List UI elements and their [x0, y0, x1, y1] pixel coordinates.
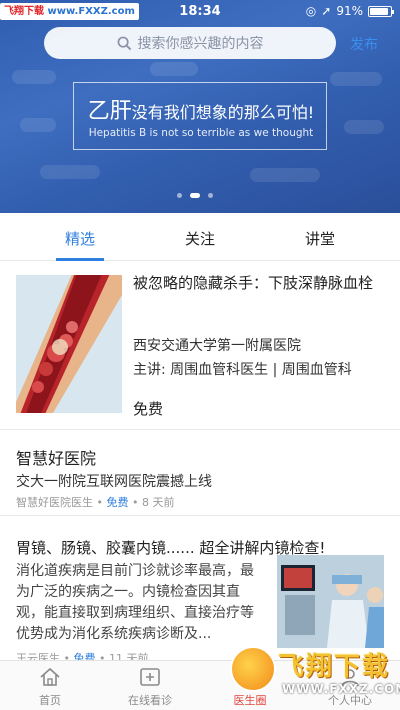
search-bar[interactable]: 搜索你感兴趣的内容: [44, 27, 336, 59]
watermark-logo-icon: [230, 646, 276, 692]
banner-pattern: [330, 72, 382, 86]
article-card[interactable]: 胃镜、肠镜、胶囊内镜...... 超全讲解内镜检查! 消化道疾病是目前门诊就诊率…: [0, 517, 400, 665]
tab-active-indicator: [56, 258, 104, 261]
article-card[interactable]: 智慧好医院 交大一附院互联网医院震撼上线 智慧好医院医生 • 免费 • 8 天前: [0, 431, 400, 516]
course-lecturer: 主讲: 周围血管科医生 | 周围血管科: [133, 362, 352, 378]
banner-title: 乙肝没有我们想象的那么可怕!: [74, 93, 328, 125]
add-consult-icon: [140, 668, 160, 686]
course-card[interactable]: 被忽略的隐藏杀手：下肢深静脉血栓 西安交通大学第一附属医院 主讲: 周围血管科医…: [0, 262, 400, 430]
battery-percent: 91%: [336, 4, 363, 18]
article-meta: 智慧好医院医生 • 免费 • 8 天前: [16, 496, 175, 509]
status-indicators: ◎ ➚ 91%: [305, 4, 394, 18]
site-watermark: 飞翔下载 WWW.FXXZ.COM: [230, 644, 400, 710]
course-price: 免费: [133, 400, 164, 418]
banner-pattern: [12, 70, 56, 84]
article-subtitle: 交大一附院互联网医院震撼上线: [16, 474, 212, 490]
carousel-indicator: [177, 193, 213, 198]
banner-promo-box[interactable]: 乙肝没有我们想象的那么可怕! Hepatitis B is not so ter…: [73, 82, 327, 150]
banner-pattern: [40, 165, 100, 179]
search-icon: [117, 36, 131, 50]
banner-carousel[interactable]: 飞翔下载 www.FXXZ.com 18:34 ◎ ➚ 91% 搜索你感兴趣的内…: [0, 0, 400, 213]
banner-title-rest: 没有我们想象的那么可怕!: [131, 103, 315, 122]
carousel-dot[interactable]: [208, 193, 213, 198]
course-thumbnail: [16, 275, 122, 413]
carousel-dot[interactable]: [177, 193, 182, 198]
watermark-brand: 飞翔下载: [278, 652, 391, 682]
watermark-url: WWW.FXXZ.COM: [282, 682, 400, 696]
article-price-tag: 免费: [106, 496, 129, 509]
carousel-dot-active[interactable]: [190, 193, 200, 198]
nav-home[interactable]: 首页: [0, 667, 100, 708]
tab-lecture[interactable]: 讲堂: [280, 228, 360, 249]
direction-icon: ➚: [321, 4, 332, 18]
publish-button[interactable]: 发布: [350, 34, 378, 54]
article-excerpt: 消化道疾病是目前门诊就诊率最高，最为广泛的疾病之一。内镜检查因其直观，能直接取到…: [16, 563, 254, 642]
feed-tabs: 精选 关注 讲堂: [0, 213, 400, 261]
banner-subtitle: Hepatitis B is not so terrible as we tho…: [88, 127, 314, 139]
course-hospital: 西安交通大学第一附属医院: [133, 338, 301, 354]
battery-icon: [368, 5, 394, 17]
tab-featured[interactable]: 精选: [40, 228, 120, 249]
nav-home-label: 首页: [39, 694, 61, 707]
course-title: 被忽略的隐藏杀手：下肢深静脉血栓: [133, 274, 374, 292]
banner-title-big: 乙肝: [87, 99, 132, 124]
search-placeholder: 搜索你感兴趣的内容: [137, 36, 264, 52]
banner-pattern: [20, 118, 56, 132]
banner-pattern: [250, 168, 320, 182]
nav-online-consult-label: 在线看诊: [128, 694, 172, 707]
banner-pattern: [150, 62, 198, 76]
location-icon: ◎: [305, 4, 317, 18]
nav-online-consult[interactable]: 在线看诊: [100, 667, 200, 708]
home-icon: [40, 667, 60, 686]
article-time: 8 天前: [141, 496, 175, 509]
tab-following[interactable]: 关注: [160, 228, 240, 249]
article-thumbnail: [277, 555, 384, 648]
article-title: 智慧好医院: [16, 449, 97, 468]
article-author: 智慧好医院医生: [16, 496, 93, 509]
status-bar: 飞翔下载 www.FXXZ.com 18:34 ◎ ➚ 91%: [0, 0, 400, 24]
banner-pattern: [344, 120, 384, 134]
